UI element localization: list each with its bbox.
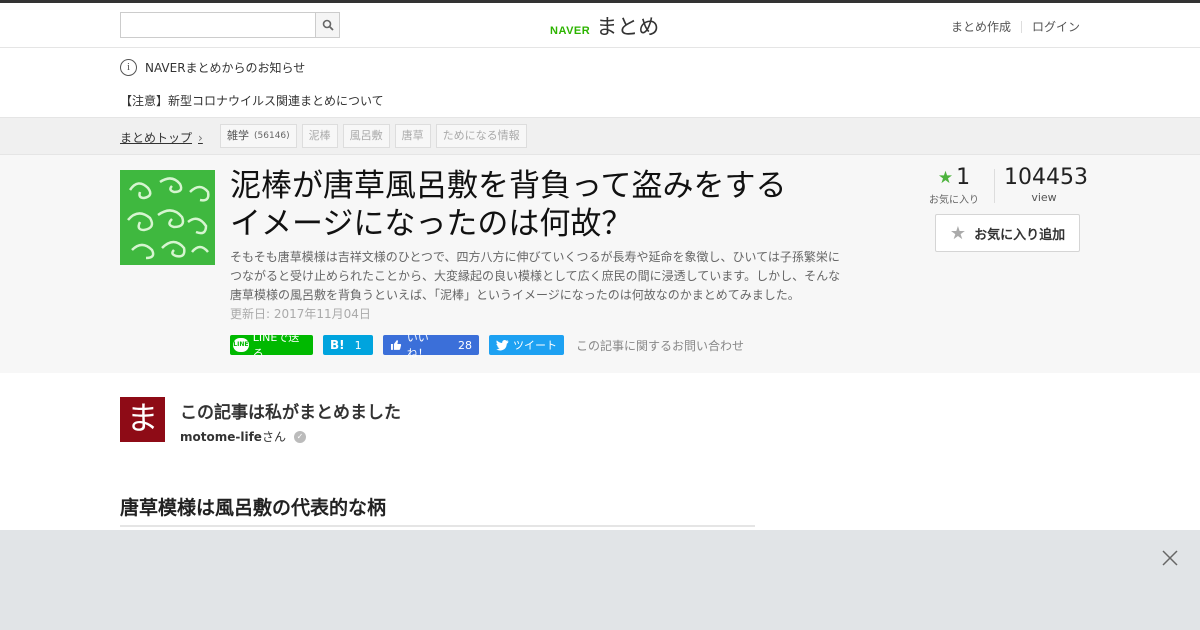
section-heading: 唐草模様は風呂敷の代表的な柄 xyxy=(120,493,755,527)
favorites-counter: ★ 1 お気に入り xyxy=(928,165,980,206)
login-link[interactable]: ログイン xyxy=(1032,18,1080,35)
breadcrumb: まとめトップ › 雑学 (56146) 泥棒 風呂敷 唐草 ためになる情報 xyxy=(0,118,1200,155)
tweet-button[interactable]: ツイート xyxy=(489,335,564,355)
tag-furoshiki[interactable]: 風呂敷 xyxy=(342,124,390,148)
info-icon: i xyxy=(120,59,137,76)
star-icon: ★ xyxy=(937,167,954,188)
star-icon: ★ xyxy=(949,222,967,244)
tag-tameninaru[interactable]: ためになる情報 xyxy=(435,124,527,148)
search-icon xyxy=(322,19,334,31)
view-count: 104453 xyxy=(1004,165,1088,190)
search-button[interactable] xyxy=(315,12,340,38)
site-logo[interactable]: NAVER まとめ xyxy=(550,11,659,41)
article-description: そもそも唐草模様は吉祥文様のひとつで、四方八方に伸びていくつるが長寿や延命を象徴… xyxy=(230,250,841,302)
logo-naver: NAVER xyxy=(550,25,591,37)
notice-header: i NAVERまとめからのお知らせ xyxy=(120,59,305,76)
hatena-bookmark-button[interactable]: B! 1 xyxy=(323,335,373,355)
favorites-count: 1 xyxy=(956,165,971,190)
author-section: ま この記事は私がまとめました motome-life さん ✓ xyxy=(0,373,1200,488)
tag-dorobou[interactable]: 泥棒 xyxy=(301,124,338,148)
article-thumbnail xyxy=(120,170,215,265)
author-heading: この記事は私がまとめました xyxy=(180,403,401,423)
notice-area: i NAVERまとめからのお知らせ 【注意】新型コロナウイルス関連まとめについて xyxy=(0,48,1200,118)
hatena-count: 1 xyxy=(354,338,362,352)
contact-link[interactable]: この記事に関するお問い合わせ xyxy=(576,337,744,354)
updated-date: 更新日: 2017年11月04日 xyxy=(230,307,371,321)
chevron-right-icon: › xyxy=(198,130,203,145)
header-links: まとめ作成 ログイン xyxy=(951,18,1080,35)
author-username-link[interactable]: motome-life xyxy=(180,430,262,444)
breadcrumb-top-label: まとめトップ xyxy=(120,131,193,145)
notice-label: NAVERまとめからのお知らせ xyxy=(145,61,306,75)
tag-list: 雑学 (56146) 泥棒 風呂敷 唐草 ためになる情報 xyxy=(220,124,532,148)
share-bar: LINE LINEで送る B! 1 いいね！ 28 ツイート この記事に関するお… xyxy=(230,331,744,360)
article-title: 泥棒が唐草風呂敷を背負って盗みをする イメージになったのは何故？ xyxy=(230,167,850,243)
article-header: 泥棒が唐草風呂敷を背負って盗みをする イメージになったのは何故？ そもそも唐草模… xyxy=(0,155,1200,373)
search-bar xyxy=(120,12,340,38)
breadcrumb-top-link[interactable]: まとめトップ › xyxy=(120,129,203,146)
verified-icon: ✓ xyxy=(293,430,306,443)
view-counter: 104453 view xyxy=(1004,165,1088,204)
add-favorite-button[interactable]: ★ お気に入り追加 xyxy=(935,214,1080,252)
search-input[interactable] xyxy=(120,12,315,38)
stats-divider xyxy=(994,169,995,203)
create-matome-link[interactable]: まとめ作成 xyxy=(951,18,1011,35)
tweet-label: ツイート xyxy=(513,339,557,352)
line-share-label: LINEで送る xyxy=(252,331,300,360)
logo-matome: まとめ xyxy=(596,15,660,39)
line-share-button[interactable]: LINE LINEで送る xyxy=(230,331,313,360)
facebook-like-button[interactable]: いいね！ 28 xyxy=(383,331,479,360)
close-button[interactable] xyxy=(1160,548,1180,568)
tag-count: (56146) xyxy=(254,131,290,141)
twitter-bird-icon xyxy=(496,339,509,351)
ad-overlay xyxy=(0,530,1200,630)
tag-zatsugaku[interactable]: 雑学 (56146) xyxy=(220,124,297,148)
author-suffix: さん xyxy=(261,430,286,444)
article-title-line2: イメージになったのは何故？ xyxy=(230,206,633,242)
tag-label: 雑学 xyxy=(227,129,249,142)
favorites-label: お気に入り xyxy=(929,195,979,206)
author-name: motome-life さん ✓ xyxy=(180,428,306,445)
add-favorite-label: お気に入り追加 xyxy=(974,227,1066,243)
divider xyxy=(1020,20,1022,33)
tag-karakusa[interactable]: 唐草 xyxy=(394,124,431,148)
notice-item-link[interactable]: 【注意】新型コロナウイルス関連まとめについて xyxy=(120,92,384,109)
article-title-line1: 泥棒が唐草風呂敷を背負って盗みをする xyxy=(230,168,787,204)
facebook-like-label: いいね！ xyxy=(406,331,429,360)
thumbs-up-icon xyxy=(390,340,402,350)
hatena-icon: B! xyxy=(330,338,345,352)
facebook-like-count: 28 xyxy=(458,338,472,352)
site-header: NAVER まとめ まとめ作成 ログイン xyxy=(0,3,1200,48)
close-icon xyxy=(1162,550,1178,566)
line-icon: LINE xyxy=(233,338,249,352)
view-label: view xyxy=(1031,191,1057,204)
avatar[interactable]: ま xyxy=(120,397,165,442)
